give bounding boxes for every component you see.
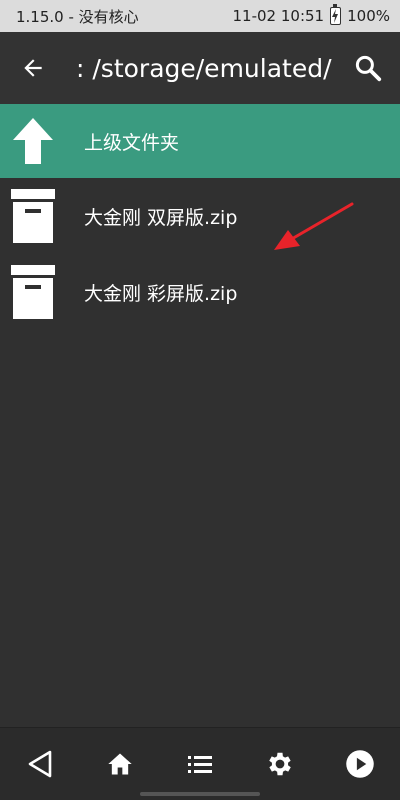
nav-play-button[interactable]	[330, 734, 390, 794]
app-screen: 1.15.0 - 没有核心 11-02 10:51 100% : /storag…	[0, 0, 400, 800]
file-list: 上级文件夹 大金刚 双屏版.zip 大金刚 彩屏版.zip	[0, 104, 400, 330]
nav-home-button[interactable]	[90, 734, 150, 794]
file-row[interactable]: 大金刚 双屏版.zip	[0, 178, 400, 254]
status-battery: 100%	[347, 7, 390, 25]
parent-folder-row[interactable]: 上级文件夹	[0, 104, 400, 178]
arrow-up-icon	[0, 104, 66, 178]
nav-settings-button[interactable]	[250, 734, 310, 794]
play-circle-icon	[346, 750, 374, 778]
status-right: 11-02 10:51 100%	[232, 4, 390, 25]
bottom-nav	[0, 727, 400, 800]
file-row[interactable]: 大金刚 彩屏版.zip	[0, 254, 400, 330]
search-button[interactable]	[336, 32, 400, 104]
triangle-back-icon	[28, 750, 52, 778]
home-icon	[108, 753, 132, 775]
toolbar: : /storage/emulated/	[0, 32, 400, 104]
archive-box-icon	[0, 255, 66, 329]
gear-icon	[269, 752, 291, 776]
current-path: : /storage/emulated/	[76, 53, 332, 83]
battery-icon	[330, 4, 342, 25]
nav-back-button[interactable]	[10, 734, 70, 794]
arrow-left-icon	[24, 59, 42, 77]
parent-folder-label: 上级文件夹	[84, 131, 180, 154]
nav-list-button[interactable]	[170, 734, 230, 794]
gesture-bar	[140, 792, 260, 796]
status-app-text: 1.15.0 - 没有核心	[16, 7, 139, 26]
archive-box-icon	[0, 179, 66, 253]
back-button[interactable]	[0, 32, 66, 104]
file-name: 大金刚 双屏版.zip	[84, 206, 238, 229]
search-icon	[355, 55, 382, 82]
status-time: 11-02 10:51	[232, 7, 325, 25]
status-bar: 1.15.0 - 没有核心 11-02 10:51 100%	[0, 0, 400, 32]
file-name: 大金刚 彩屏版.zip	[84, 282, 238, 305]
list-icon	[188, 756, 212, 773]
